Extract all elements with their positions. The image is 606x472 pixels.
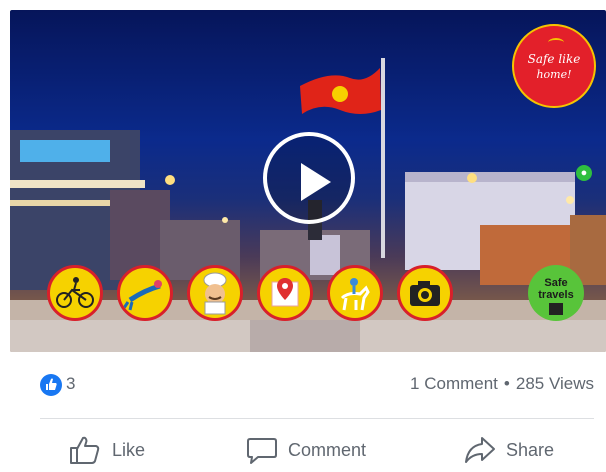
badge-line-2: home!: [536, 68, 572, 81]
share-button[interactable]: Share: [464, 432, 554, 468]
divider: [40, 418, 594, 419]
reaction-count[interactable]: 3: [66, 374, 75, 394]
green-location-icon: ●: [576, 165, 592, 181]
qr-code-icon: [549, 303, 563, 315]
horse-rider-icon[interactable]: [327, 265, 383, 321]
share-icon: [465, 437, 495, 463]
badge-line-1: Safe like: [527, 52, 581, 66]
safe-travels-line-1: Safe: [544, 277, 568, 289]
engagement-summary: 1 Comment • 285 Views: [410, 374, 594, 394]
post-stats-bar: 3 1 Comment • 285 Views: [0, 366, 606, 404]
play-icon: [301, 163, 331, 201]
camera-icon[interactable]: [397, 265, 453, 321]
safe-like-home-badge[interactable]: Safe like home!: [512, 24, 596, 108]
share-label: Share: [506, 439, 555, 460]
comment-count[interactable]: 1 Comment: [410, 374, 498, 393]
view-count[interactable]: 285 Views: [516, 374, 594, 393]
like-label: Like: [112, 439, 146, 460]
comment-label: Comment: [288, 439, 367, 460]
like-button[interactable]: Like: [68, 432, 145, 468]
diving-icon[interactable]: [117, 265, 173, 321]
safe-travels-line-2: travels: [538, 289, 574, 301]
separator-dot: •: [503, 374, 510, 393]
cycling-icon[interactable]: [47, 265, 103, 321]
map-pin-icon[interactable]: [257, 265, 313, 321]
safe-travels-badge[interactable]: Safe travels: [528, 265, 584, 321]
post-actions-bar: Like Comment Share: [0, 432, 606, 468]
play-button[interactable]: [263, 132, 355, 224]
comment-button[interactable]: Comment: [246, 432, 366, 468]
sun-icon: [548, 38, 564, 47]
comment-icon: [247, 438, 277, 464]
video-player[interactable]: Safe like home! ● Safe travels: [10, 10, 606, 352]
like-reaction-icon[interactable]: [40, 374, 62, 396]
chef-icon[interactable]: [187, 265, 243, 321]
thumbs-up-icon: [70, 436, 100, 464]
